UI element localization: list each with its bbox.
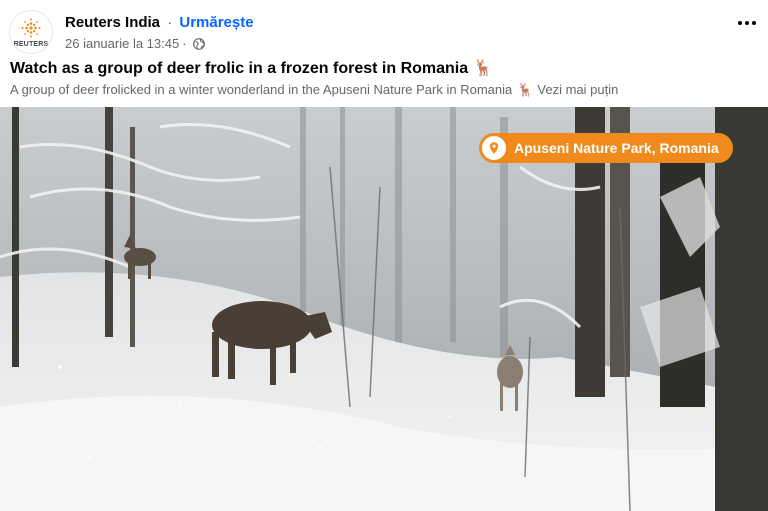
location-label: Apuseni Nature Park, Romania xyxy=(514,140,719,156)
deer-emoji-icon-small: 🦌 xyxy=(517,82,534,97)
see-less-link[interactable]: Vezi mai puțin xyxy=(537,82,618,98)
winter-forest-video-frame xyxy=(0,107,768,511)
deer-emoji-icon: 🦌 xyxy=(473,60,494,77)
avatar-logo-text: REUTERS xyxy=(13,40,49,48)
separator-dot: · xyxy=(167,14,173,31)
post-text: A group of deer frolicked in a winter wo… xyxy=(10,82,618,98)
name-row: Reuters India · Urmărește xyxy=(65,14,254,32)
page-name-link[interactable]: Reuters India xyxy=(65,14,160,31)
post-title-text: Watch as a group of deer frolic in a fro… xyxy=(10,60,469,77)
post-title: Watch as a group of deer frolic in a fro… xyxy=(10,59,493,79)
reuters-logo-icon xyxy=(21,18,41,37)
post-meta: 26 ianuarie la 13:45 · xyxy=(65,36,205,52)
map-pin-icon xyxy=(482,136,506,160)
location-badge: Apuseni Nature Park, Romania xyxy=(479,133,733,163)
globe-icon[interactable] xyxy=(192,38,205,50)
meta-separator-dot: · xyxy=(182,36,187,51)
post-header: REUTERS Reuters India · Urmărește 26 ian… xyxy=(0,0,768,56)
post-timestamp-link[interactable]: 26 ianuarie la 13:45 xyxy=(65,36,179,52)
post-body-text: A group of deer frolicked in a winter wo… xyxy=(10,82,513,97)
more-options-icon[interactable] xyxy=(734,12,760,34)
follow-button[interactable]: Urmărește xyxy=(179,14,253,31)
video-player[interactable]: Apuseni Nature Park, Romania xyxy=(0,107,768,511)
avatar[interactable]: REUTERS xyxy=(9,10,53,54)
